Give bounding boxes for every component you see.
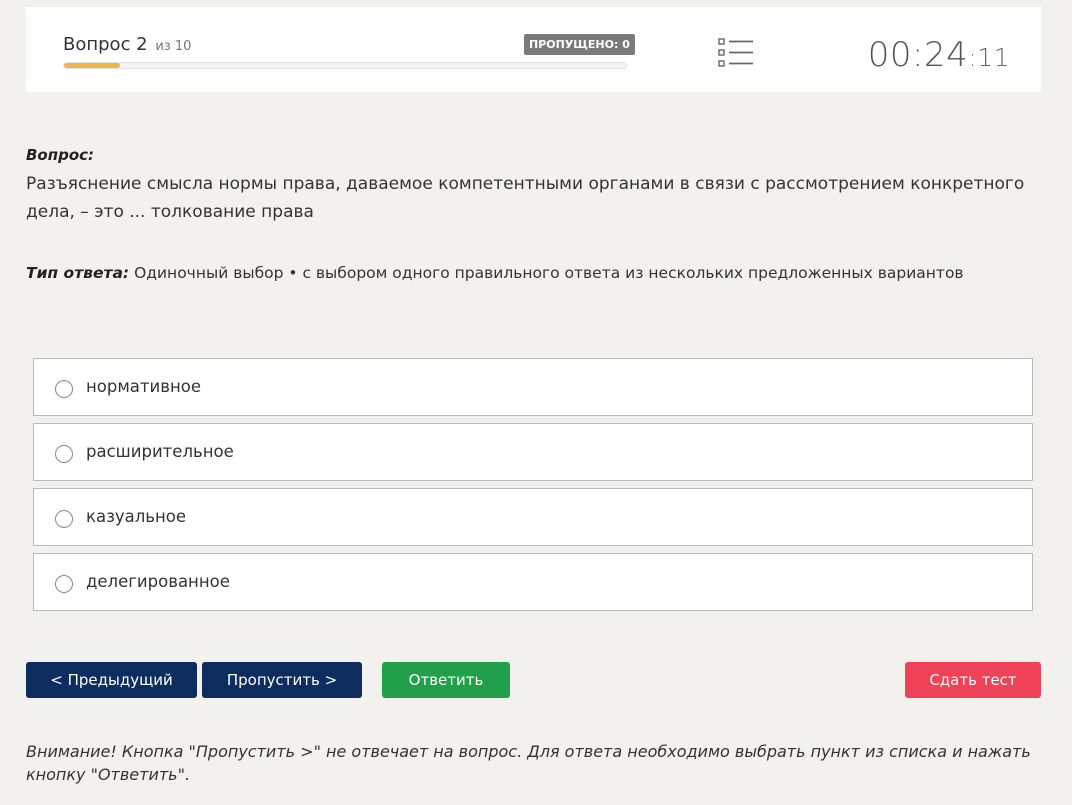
option-label: расширительное (86, 442, 234, 461)
previous-button[interactable]: < Предыдущий (26, 662, 197, 698)
list-icon[interactable] (718, 38, 754, 68)
option-label: делегированное (86, 572, 230, 591)
question-total: из 10 (155, 39, 192, 54)
timer-main: 00:24 (867, 35, 969, 75)
timer-seconds: :11 (968, 43, 1010, 72)
answer-option[interactable]: казуальное (33, 488, 1033, 546)
radio-button[interactable] (55, 575, 73, 593)
submit-test-button[interactable]: Сдать тест (905, 662, 1041, 698)
answer-type: Тип ответа: Одиночный выбор • с выбором … (26, 264, 964, 282)
radio-button[interactable] (55, 510, 73, 528)
radio-button[interactable] (55, 445, 73, 463)
notice-text: Внимание! Кнопка "Пропустить >" не отвеч… (26, 742, 1031, 784)
answer-option[interactable]: делегированное (33, 553, 1033, 611)
question-text: Разъяснение смысла нормы права, даваемое… (26, 174, 1025, 222)
question-label: Вопрос: (26, 146, 95, 164)
answer-type-label: Тип ответа: (26, 264, 130, 282)
option-label: нормативное (86, 377, 202, 396)
timer: 00:24:11 (868, 35, 1010, 75)
answer-option[interactable]: расширительное (33, 423, 1033, 481)
option-label: казуальное (86, 507, 187, 526)
answer-button[interactable]: Ответить (382, 662, 510, 698)
answer-option[interactable]: нормативное (33, 358, 1033, 416)
header-bar: Вопрос 2 из 10 ПРОПУЩЕНО: 0 00:24:11 (26, 7, 1041, 92)
radio-button[interactable] (55, 380, 73, 398)
skip-button[interactable]: Пропустить > (202, 662, 362, 698)
question-number: Вопрос 2 (63, 34, 148, 55)
answer-type-value: Одиночный выбор • с выбором одного прави… (129, 264, 964, 282)
skipped-badge: ПРОПУЩЕНО: 0 (524, 34, 635, 55)
progress-bar (63, 62, 627, 69)
progress-fill (64, 63, 121, 68)
question-counter: Вопрос 2 из 10 (63, 34, 191, 55)
